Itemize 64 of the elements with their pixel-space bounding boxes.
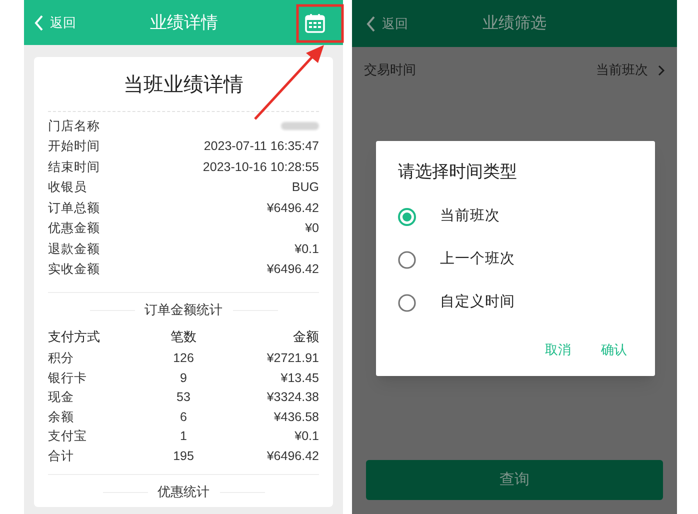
column-header: 笔数: [169, 328, 198, 346]
highlight-frame: [296, 4, 344, 43]
table-cell-text: 53: [176, 389, 192, 406]
field-value: ¥0: [305, 220, 319, 238]
table-cell-text: 现金: [48, 389, 75, 406]
filter-label: 交易时间: [364, 61, 416, 80]
table-cell-text: 6: [179, 408, 188, 426]
table-cell-text: ¥6496.42: [266, 448, 319, 465]
table-cell-text: 积分: [48, 350, 75, 368]
table-cell-text: 合计: [48, 448, 75, 465]
radio-option[interactable]: 自定义时间: [398, 281, 633, 324]
table-cell-text: ¥436.58: [272, 408, 319, 426]
field-value: 2023-07-11 16:35:47: [204, 138, 319, 156]
field-value: BUG: [292, 179, 319, 196]
radio-option[interactable]: 上一个班次: [398, 238, 633, 281]
column-header: 金额: [292, 328, 319, 346]
table-cell-text: ¥2721.91: [266, 350, 319, 368]
radio-option[interactable]: 当前班次: [398, 195, 633, 238]
table-cell-text: 195: [172, 448, 195, 465]
radio-unselected[interactable]: [398, 250, 416, 268]
field-label: 订单总额: [48, 200, 100, 217]
back-icon: [34, 14, 44, 30]
dialog-button[interactable]: 确认: [601, 340, 627, 360]
radio-selected[interactable]: [398, 208, 416, 226]
field-value: 2023-10-16 10:28:55: [202, 158, 319, 176]
field-value: ¥0.1: [294, 240, 319, 258]
radio-unselected[interactable]: [398, 294, 416, 312]
field-value: ¥6496.42: [266, 261, 319, 278]
screen-title: 业绩详情: [149, 12, 219, 34]
field-label: 收银员: [48, 179, 87, 196]
back-button[interactable]: 返回: [366, 14, 408, 34]
table-cell-text: 1: [179, 428, 188, 446]
section-title: 优惠统计: [158, 483, 210, 502]
table-cell-text: 支付宝: [48, 428, 88, 446]
back-button[interactable]: 返回: [34, 12, 76, 32]
table-cell-text: 银行卡: [48, 370, 88, 387]
field-label: 实收金额: [48, 261, 100, 278]
blurred-value: [281, 122, 319, 130]
option-label: 当前班次: [440, 206, 500, 226]
table-cell-text: 9: [179, 370, 188, 387]
column-header: 支付方式: [48, 328, 101, 346]
calendar-icon: [304, 12, 326, 34]
field-label: 门店名称: [48, 118, 100, 135]
chevron-right-icon: [658, 64, 665, 76]
section-title: 订单金额统计: [144, 301, 222, 320]
back-icon: [366, 16, 376, 32]
table-cell-text: 余额: [48, 408, 75, 426]
option-label: 上一个班次: [440, 250, 515, 269]
field-label: 开始时间: [48, 138, 100, 156]
field-value: ¥6496.42: [266, 200, 319, 217]
table-cell-text: ¥13.45: [280, 370, 319, 387]
filter-value: 当前班次: [596, 61, 648, 80]
card-title: 当班业绩详情: [122, 73, 244, 98]
dialog-button[interactable]: 取消: [545, 340, 571, 360]
option-label: 自定义时间: [440, 292, 515, 312]
table-cell-text: ¥3324.38: [266, 389, 319, 406]
table-cell-text: 126: [172, 350, 195, 368]
field-label: 结束时间: [48, 158, 100, 176]
field-label: 优惠金额: [48, 220, 100, 238]
screen-title: 业绩筛选: [482, 14, 548, 34]
field-label: 退款金额: [48, 240, 100, 258]
table-cell-text: ¥0.1: [294, 428, 319, 446]
dialog-title: 请选择时间类型: [398, 161, 518, 183]
query-button[interactable]: 查询: [366, 460, 663, 500]
